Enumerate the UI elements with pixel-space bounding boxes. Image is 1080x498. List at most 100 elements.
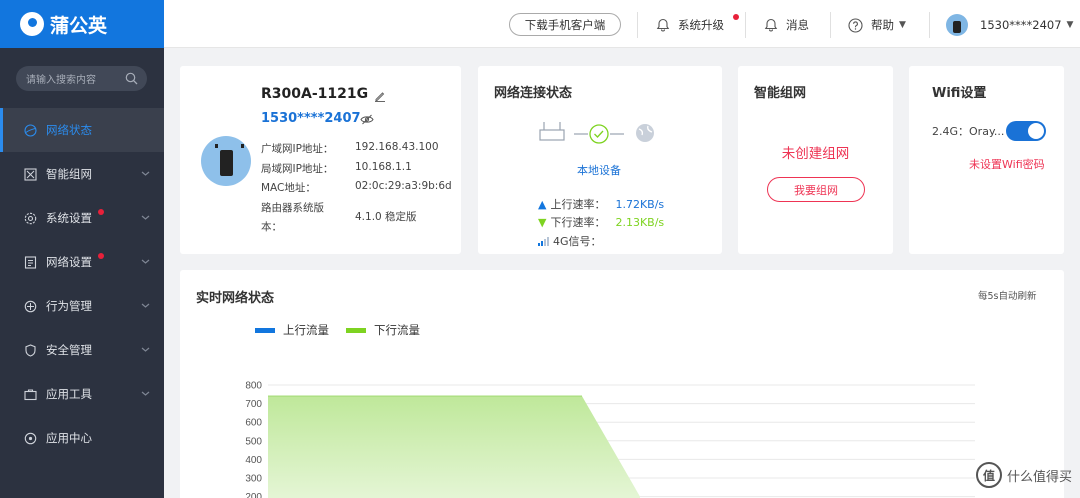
- bell-icon: [764, 18, 778, 32]
- upgrade-badge: [733, 14, 739, 20]
- divider: [929, 12, 930, 38]
- arrow-down-icon: ▼: [538, 215, 547, 229]
- sidebar-item-smart-mesh[interactable]: 智能组网: [0, 152, 164, 196]
- download-area-series: [268, 396, 640, 498]
- realtime-card: 实时网络状态 每5s自动刷新 上行流量 下行流量 800 700 600 500 400…: [180, 270, 1064, 498]
- device-card: R300A-1121G 1530****2407 广域网IP地址： 192.16…: [180, 66, 461, 254]
- system-settings-badge: [98, 209, 104, 215]
- connection-card: 网络连接状态 本地设备 ▲ 上行速率： 1.72KB/s ▼ 下行速率： 2.1…: [478, 66, 722, 254]
- gear-icon: [23, 211, 37, 225]
- mac-label: MAC地址：: [261, 182, 316, 194]
- network-settings-badge: [98, 253, 104, 259]
- divider: [637, 12, 638, 38]
- avatar: [946, 14, 968, 36]
- shield-icon: [23, 343, 37, 357]
- chevron-down-icon: [141, 215, 150, 220]
- wifi-title: Wifi设置: [932, 86, 987, 101]
- search-input[interactable]: 请输入搜索内容: [16, 66, 147, 91]
- watermark-text: 什么值得买: [1006, 469, 1072, 485]
- chevron-down-icon: [141, 391, 150, 396]
- connection-title: 网络连接状态: [494, 86, 573, 101]
- eye-hidden-icon[interactable]: [360, 114, 374, 125]
- search-icon[interactable]: [125, 72, 138, 85]
- briefcase-icon: [23, 387, 37, 401]
- mac-value: 02:0c:29:a3:9b:6d: [355, 180, 452, 192]
- edit-icon[interactable]: [374, 90, 386, 102]
- sidebar-item-network-settings[interactable]: 网络设置: [0, 240, 164, 284]
- app-center-icon: [23, 431, 37, 445]
- y-tick-label: 700: [245, 399, 262, 410]
- document-icon: [23, 255, 37, 269]
- download-speed-label: 下行速率：: [550, 216, 606, 229]
- legend-upload: 上行流量: [255, 322, 329, 338]
- wifi-card: Wifi设置 2.4G：Oray... 未设置Wifi密码: [909, 66, 1064, 254]
- local-device-label: 本地设备: [577, 164, 621, 177]
- lan-ip-value: 10.168.1.1: [355, 161, 412, 173]
- upload-speed-value: 1.72KB/s: [615, 197, 665, 211]
- y-tick-label: 800: [245, 381, 262, 392]
- y-tick-label: 500: [245, 436, 262, 447]
- sidebar-item-app-center[interactable]: 应用中心: [0, 416, 164, 460]
- router-image: [201, 136, 251, 186]
- sidebar-item-security-management[interactable]: 安全管理: [0, 328, 164, 372]
- globe-icon: [23, 123, 37, 137]
- download-speed-value: 2.13KB/s: [615, 215, 665, 229]
- help-menu[interactable]: 帮助 ▼: [848, 15, 906, 35]
- arrow-up-icon: ▲: [538, 197, 547, 211]
- sidebar-item-label: 智能组网: [46, 167, 92, 181]
- chevron-down-icon: [141, 303, 150, 308]
- dandelion-logo-icon: [20, 12, 44, 36]
- wifi-password-warning[interactable]: 未设置Wifi密码: [969, 156, 1045, 172]
- sidebar-item-label: 网络状态: [46, 123, 92, 137]
- behavior-icon: [23, 299, 37, 313]
- help-icon: [848, 17, 863, 33]
- brand-name: 蒲公英: [50, 14, 108, 37]
- mesh-icon: [23, 167, 37, 181]
- sidebar-item-app-tools[interactable]: 应用工具: [0, 372, 164, 416]
- firmware-label-cont: 本：: [261, 221, 282, 233]
- sidebar-item-label: 网络设置: [46, 255, 92, 269]
- sidebar-item-system-settings[interactable]: 系统设置: [0, 196, 164, 240]
- help-label: 帮助: [871, 18, 894, 32]
- watermark: 值 什么值得买: [975, 462, 1072, 488]
- traffic-chart: 800 700 600 500 400 300 200: [245, 381, 975, 498]
- firmware-value: 4.1.0 稳定版: [355, 211, 417, 223]
- sidebar-item-behavior-management[interactable]: 行为管理: [0, 284, 164, 328]
- chevron-down-icon: [141, 171, 150, 176]
- messages-link[interactable]: 消息: [764, 15, 809, 35]
- sidebar-item-label: 行为管理: [46, 299, 92, 313]
- download-speed: ▼ 下行速率： 2.13KB/s: [538, 214, 664, 230]
- divider: [745, 12, 746, 38]
- user-menu[interactable]: 1530****2407 ▼: [946, 13, 1073, 37]
- smzdm-logo-icon: 值: [975, 462, 1002, 488]
- wan-ip-value: 192.168.43.100: [355, 141, 439, 153]
- create-mesh-button[interactable]: 我要组网: [767, 177, 865, 202]
- firmware-label: 路由器系统版: [261, 202, 324, 214]
- sidebar-item-label: 应用中心: [46, 431, 92, 445]
- y-tick-label: 300: [245, 474, 262, 485]
- system-upgrade-link[interactable]: 系统升级: [656, 15, 724, 35]
- y-tick-label: 600: [245, 418, 262, 429]
- download-app-button[interactable]: 下载手机客户端: [509, 13, 621, 36]
- user-name: 1530****2407: [980, 18, 1062, 32]
- messages-label: 消息: [786, 18, 809, 32]
- legend-swatch-download: [346, 327, 366, 333]
- y-tick-label: 200: [245, 492, 262, 498]
- device-name: R300A-1121G: [261, 86, 369, 102]
- chevron-down-icon: [141, 347, 150, 352]
- bell-upgrade-icon: [656, 18, 670, 32]
- sidebar-item-network-status[interactable]: 网络状态: [0, 108, 164, 152]
- realtime-title: 实时网络状态: [196, 291, 275, 306]
- signal-label: 4G信号：: [553, 235, 602, 248]
- chevron-down-icon: ▼: [899, 20, 906, 30]
- auto-refresh-label: 每5s自动刷新: [978, 291, 1037, 302]
- wifi-toggle[interactable]: [1006, 121, 1046, 141]
- brand-logo[interactable]: 蒲公英: [0, 0, 164, 48]
- sidebar: 请输入搜索内容 网络状态 智能组网 系统设置 网络设置 行为管理 安全管理 应用…: [0, 48, 164, 498]
- chevron-down-icon: [141, 259, 150, 264]
- wan-ip-label: 广域网IP地址：: [261, 143, 334, 155]
- mesh-status: 未创建组网: [781, 146, 850, 162]
- signal-4g: 4G信号：: [538, 233, 602, 249]
- search-placeholder: 请输入搜索内容: [26, 75, 96, 86]
- divider: [830, 12, 831, 38]
